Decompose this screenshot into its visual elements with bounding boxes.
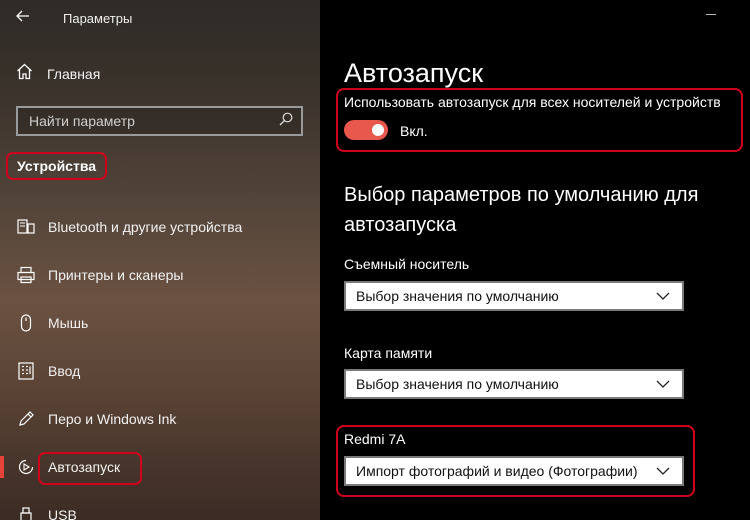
search-box[interactable]: [16, 106, 303, 136]
sidebar-item-autoplay[interactable]: Автозапуск: [0, 450, 320, 485]
search-input[interactable]: [29, 113, 269, 129]
window-title: Параметры: [63, 11, 133, 26]
removable-drive-select[interactable]: Выбор значения по умолчанию: [344, 281, 684, 311]
chevron-down-icon: [656, 467, 670, 475]
sidebar-item-printers[interactable]: Принтеры и сканеры: [0, 258, 320, 292]
memory-card-label: Карта памяти: [344, 345, 433, 361]
minimize-button[interactable]: [706, 14, 716, 15]
bluetooth-devices-icon: [17, 218, 35, 236]
sidebar-item-label: Автозапуск: [48, 459, 121, 475]
sidebar-item-label: USB: [48, 507, 77, 520]
autoplay-toggle-description: Использовать автозапуск для всех носител…: [344, 94, 721, 110]
page-title: Автозапуск: [344, 58, 484, 88]
title-bar: Параметры: [0, 0, 320, 36]
sidebar-item-input[interactable]: Ввод: [0, 354, 320, 388]
sidebar-item-label: Мышь: [48, 315, 89, 331]
home-icon: [16, 63, 33, 85]
sidebar-item-usb[interactable]: USB: [0, 498, 320, 520]
sidebar: Параметры Главная Устройства Bluetooth и…: [0, 0, 320, 520]
section-title-devices: Устройства: [6, 152, 108, 180]
sidebar-item-label: Ввод: [48, 363, 81, 379]
select-value: Импорт фотографий и видео (Фотографии): [356, 463, 638, 479]
defaults-heading: Выбор параметров по умолчанию для автоза…: [344, 184, 699, 236]
sidebar-item-mouse[interactable]: Мышь: [0, 306, 320, 340]
redmi-device-label: Redmi 7A: [344, 431, 406, 447]
sidebar-item-bluetooth[interactable]: Bluetooth и другие устройства: [0, 210, 320, 244]
back-button[interactable]: [10, 6, 36, 30]
back-arrow-icon: [16, 9, 30, 27]
sidebar-item-label: Главная: [47, 66, 101, 82]
search-icon[interactable]: [279, 112, 293, 131]
removable-drive-label: Съемный носитель: [344, 256, 470, 272]
printer-icon: [17, 266, 35, 284]
usb-icon: [17, 506, 35, 520]
autoplay-toggle[interactable]: [344, 120, 388, 140]
memory-card-select[interactable]: Выбор значения по умолчанию: [344, 369, 684, 399]
keyboard-icon: [17, 362, 35, 380]
sidebar-item-label: Принтеры и сканеры: [48, 267, 184, 283]
sidebar-item-home[interactable]: Главная: [16, 62, 100, 86]
sidebar-item-pen[interactable]: Перо и Windows Ink: [0, 402, 320, 436]
sidebar-item-label: Bluetooth и другие устройства: [48, 219, 243, 235]
chevron-down-icon: [656, 292, 670, 300]
active-indicator: [0, 456, 4, 478]
select-value: Выбор значения по умолчанию: [356, 288, 559, 304]
sidebar-item-label: Перо и Windows Ink: [48, 411, 177, 427]
autoplay-icon: [17, 458, 35, 476]
main-content: Автозапуск Использовать автозапуск для в…: [320, 0, 750, 520]
mouse-icon: [17, 314, 35, 332]
chevron-down-icon: [656, 380, 670, 388]
toggle-knob: [372, 124, 384, 136]
select-value: Выбор значения по умолчанию: [356, 376, 559, 392]
pen-icon: [17, 410, 35, 428]
redmi-device-select[interactable]: Импорт фотографий и видео (Фотографии): [344, 456, 684, 486]
toggle-state-label: Вкл.: [400, 123, 428, 139]
